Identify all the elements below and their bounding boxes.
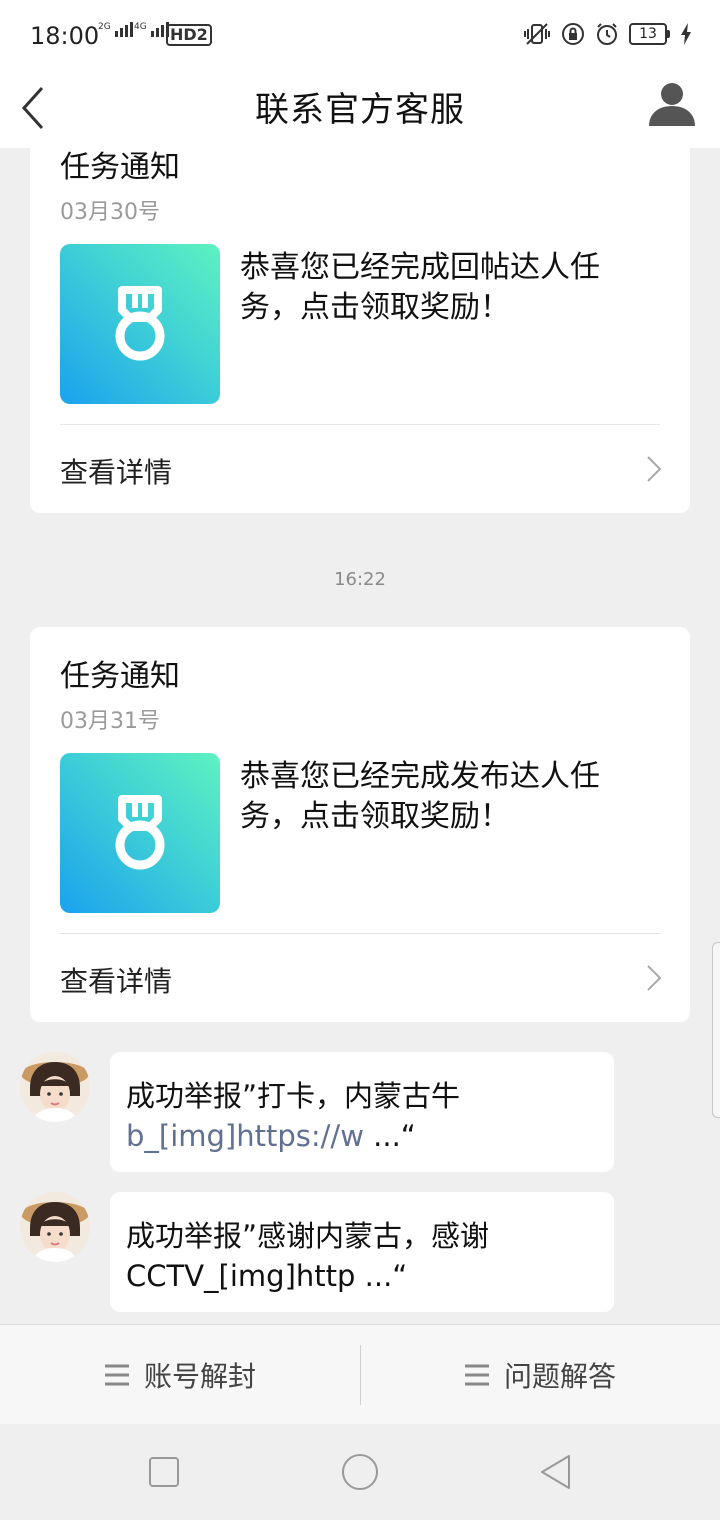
- message-ellipsis: ...“: [363, 1119, 416, 1153]
- user-icon: [649, 83, 695, 126]
- status-bar: 18:00 2G 4G HD2 13: [0, 0, 720, 72]
- message-link[interactable]: b_[img]https://w: [126, 1119, 364, 1153]
- chat-area[interactable]: 任务通知 03月30号 恭喜您已经完成回帖达人任务，点击领取奖励！ 查看详情 1…: [0, 148, 720, 1324]
- avatar[interactable]: [20, 1192, 90, 1262]
- chevron-right-icon: [647, 456, 662, 482]
- vibrate-icon: [524, 23, 550, 45]
- bottom-menu: 账号解封 问题解答: [0, 1324, 720, 1424]
- message-text-line2: CCTV_[img]http ...“: [126, 1259, 408, 1293]
- home-button[interactable]: [338, 1450, 382, 1494]
- message-bubble[interactable]: 成功举报”打卡，内蒙古牛 b_[img]https://w ...“: [110, 1052, 614, 1172]
- card-date: 03月31号: [60, 709, 160, 734]
- menu-icon: [104, 1364, 129, 1386]
- task-card[interactable]: 任务通知 03月31号 恭喜您已经完成发布达人任务，点击领取奖励！ 查看详情: [30, 627, 690, 1022]
- card-title: 任务通知: [60, 150, 180, 185]
- signal-icon: 4G: [134, 22, 169, 37]
- medal-icon: [115, 795, 165, 870]
- system-nav-bar: [0, 1424, 720, 1520]
- signal-icon: 2G: [98, 22, 133, 37]
- message-text-line2: b_[img]https://w ...“: [126, 1116, 598, 1156]
- message-bubble[interactable]: 成功举报”感谢内蒙古，感谢 CCTV_[img]http ...“: [110, 1192, 614, 1312]
- charging-icon: [681, 23, 691, 45]
- recent-apps-button[interactable]: [142, 1450, 186, 1494]
- network-type-label: 2G: [98, 22, 111, 32]
- status-time: 18:00: [30, 22, 100, 50]
- card-message: 恭喜您已经完成发布达人任务，点击领取奖励！: [240, 759, 600, 834]
- avatar[interactable]: [20, 1052, 90, 1122]
- back-nav-button[interactable]: [534, 1450, 578, 1494]
- view-details-link[interactable]: 查看详情: [30, 934, 690, 1022]
- chat-message: 成功举报”打卡，内蒙古牛 b_[img]https://w ...“: [0, 1052, 720, 1172]
- faq-label: 问题解答: [503, 1360, 616, 1393]
- view-details-link[interactable]: 查看详情: [30, 425, 690, 513]
- network-type-label: 4G: [134, 22, 147, 32]
- page-title: 联系官方客服: [255, 90, 465, 130]
- medal-icon: [115, 286, 165, 361]
- view-details-label: 查看详情: [60, 456, 173, 489]
- medal-image: [60, 244, 220, 404]
- account-unblock-label: 账号解封: [143, 1360, 256, 1393]
- message-timestamp: 16:22: [334, 569, 386, 590]
- view-details-label: 查看详情: [60, 965, 173, 998]
- avatar-image: [20, 1052, 90, 1122]
- battery-level: 13: [629, 23, 667, 45]
- scrollbar[interactable]: [712, 942, 720, 1118]
- circle-icon: [342, 1454, 378, 1490]
- message-text: 成功举报”感谢内蒙古，感谢: [126, 1219, 490, 1253]
- medal-image: [60, 753, 220, 913]
- system-icons: 13: [523, 22, 692, 46]
- faq-button[interactable]: 问题解答: [360, 1325, 720, 1425]
- profile-button[interactable]: [646, 78, 698, 130]
- lock-rotation-icon: [562, 23, 584, 45]
- battery-icon: 13: [629, 23, 670, 45]
- square-icon: [149, 1457, 179, 1487]
- menu-icon: [464, 1364, 489, 1386]
- card-title: 任务通知: [60, 659, 180, 694]
- chat-message: 成功举报”感谢内蒙古，感谢 CCTV_[img]http ...“: [0, 1192, 720, 1312]
- triangle-back-icon: [541, 1455, 570, 1489]
- task-card[interactable]: 任务通知 03月30号 恭喜您已经完成回帖达人任务，点击领取奖励！ 查看详情: [30, 148, 690, 513]
- chevron-right-icon: [647, 965, 662, 991]
- alarm-icon: [597, 23, 617, 45]
- account-unblock-button[interactable]: 账号解封: [0, 1325, 360, 1425]
- avatar-image: [20, 1192, 90, 1262]
- card-message: 恭喜您已经完成回帖达人任务，点击领取奖励！: [240, 250, 600, 325]
- card-date: 03月30号: [60, 200, 160, 225]
- message-text: 成功举报”打卡，内蒙古牛: [126, 1079, 461, 1113]
- hd-voice-badge: HD2: [166, 24, 212, 46]
- app-header: 联系官方客服: [0, 72, 720, 148]
